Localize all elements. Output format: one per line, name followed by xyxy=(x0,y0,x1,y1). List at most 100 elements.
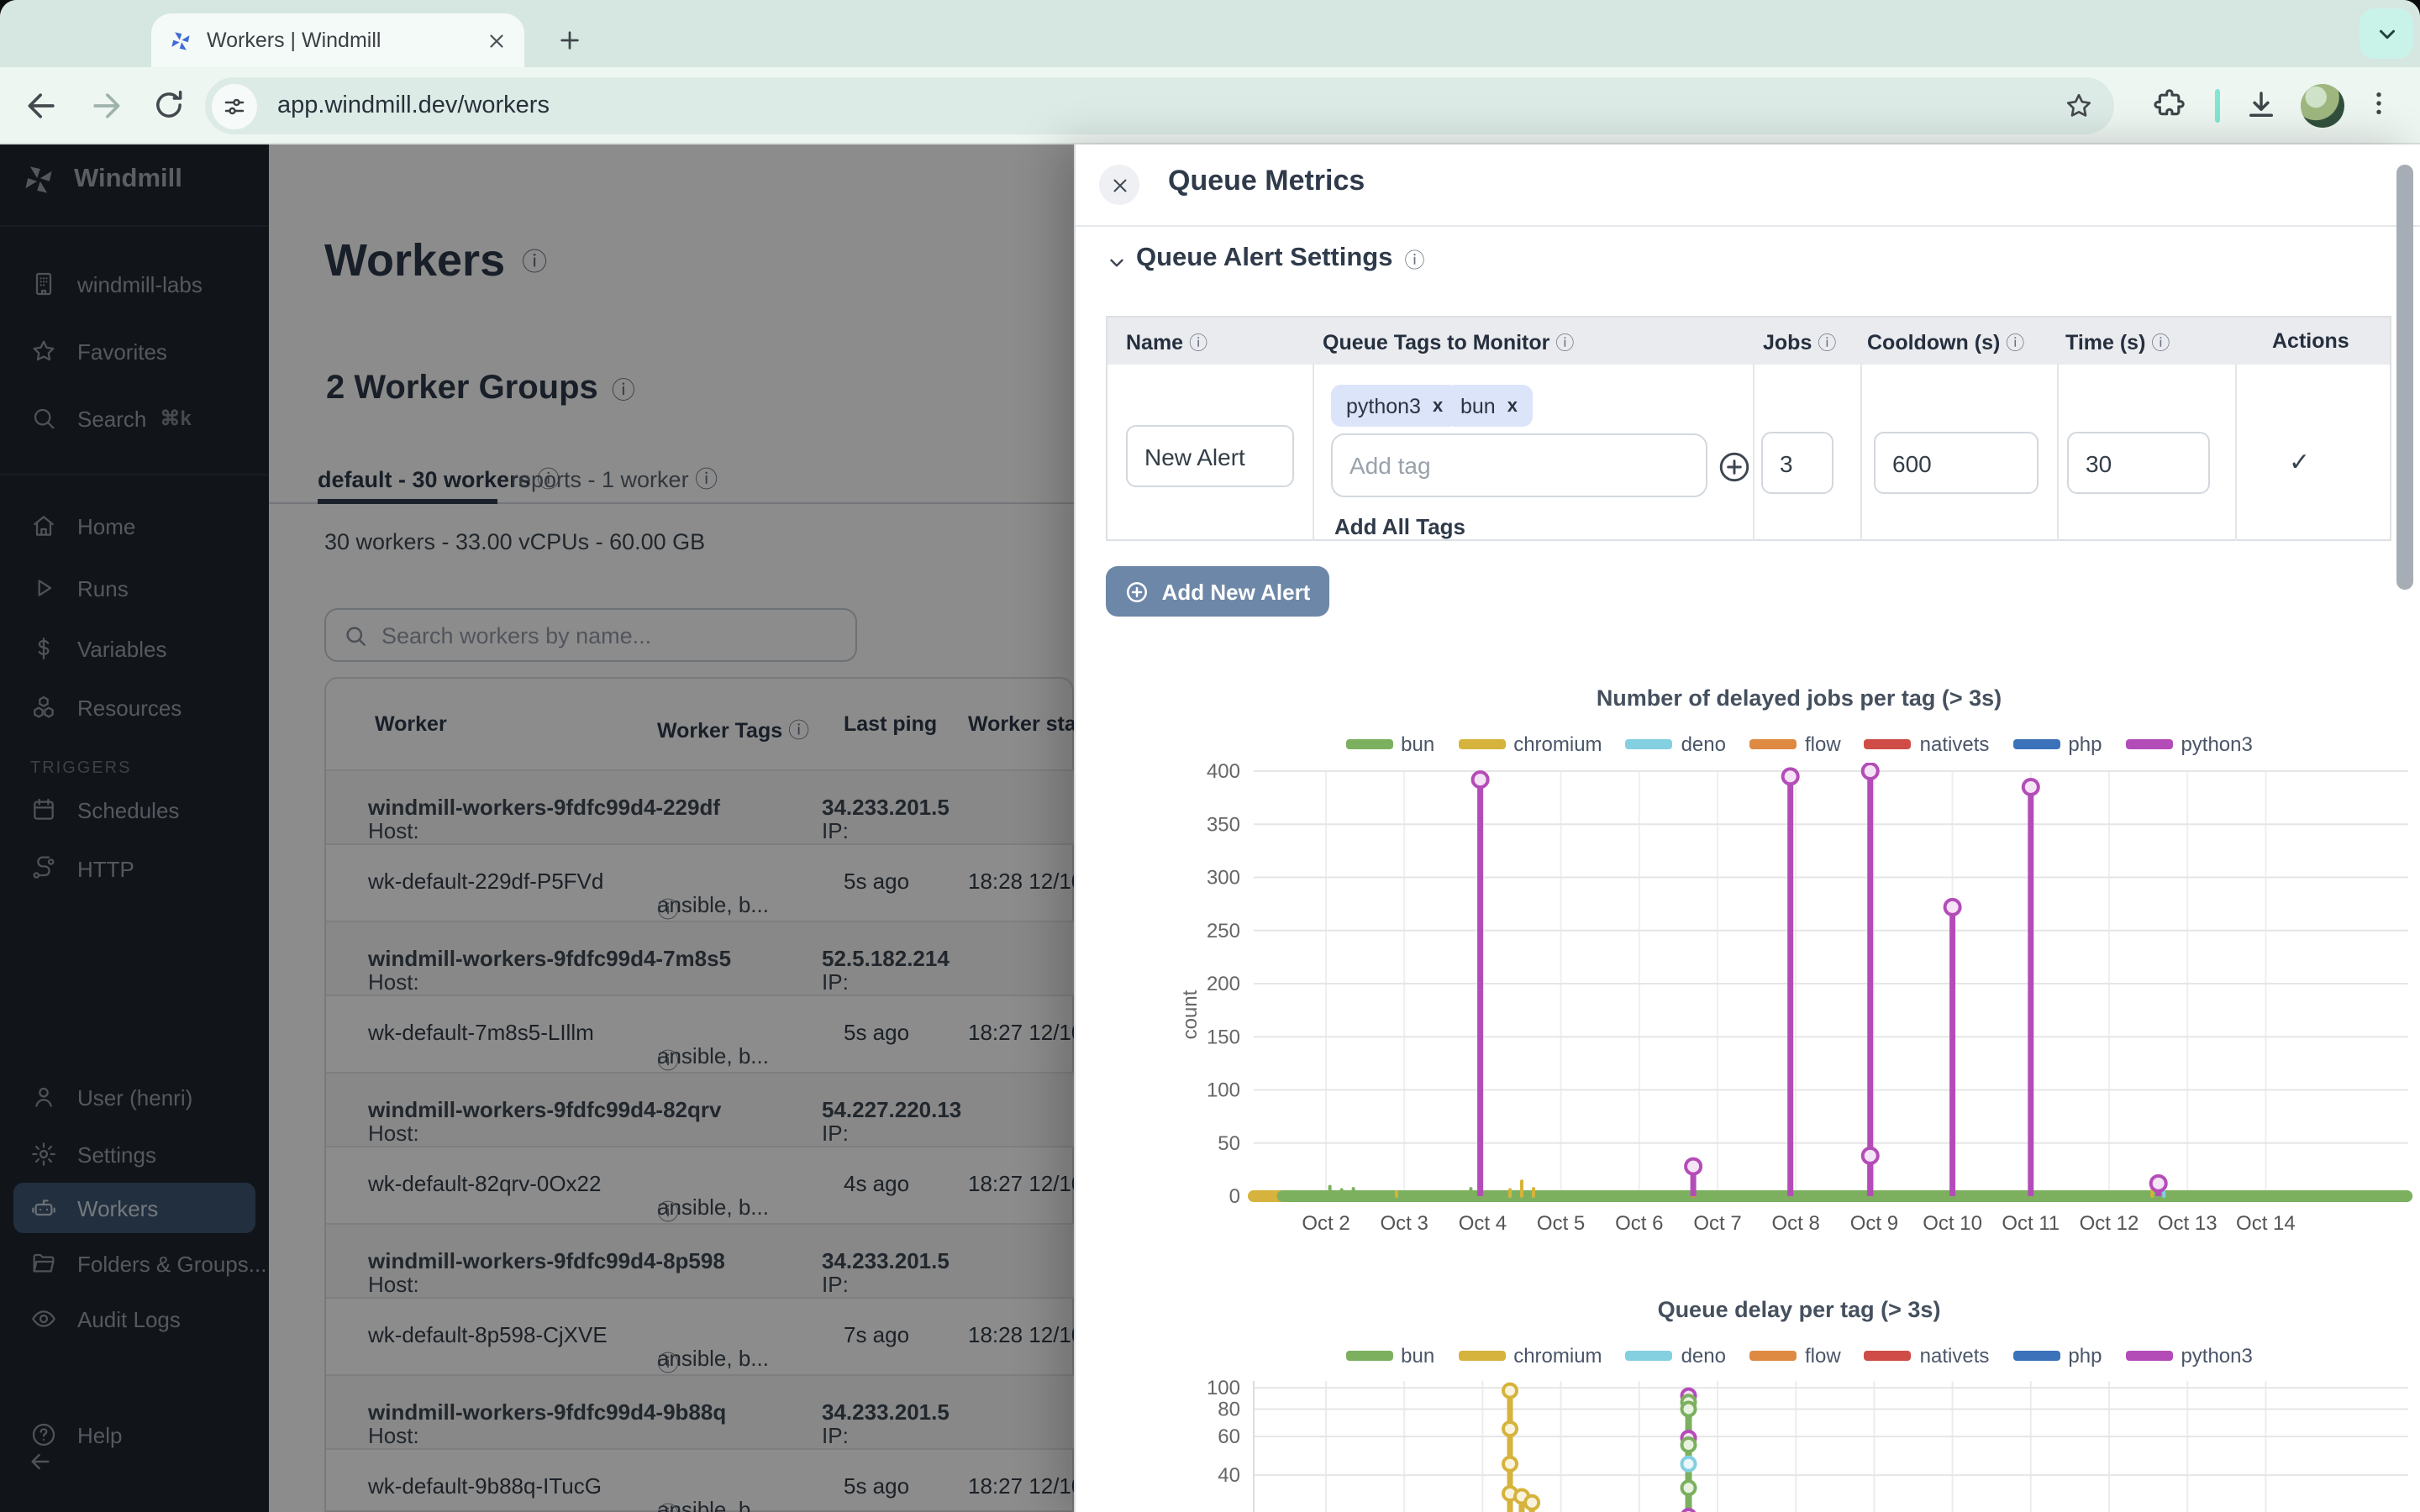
legend-item-php[interactable]: php xyxy=(2012,1344,2102,1368)
legend-item-nativets[interactable]: nativets xyxy=(1865,732,1990,756)
chevron-down-icon[interactable] xyxy=(1106,252,1128,274)
col-queue-tags: Queue Tags to Monitor ⓘ xyxy=(1323,329,1574,356)
profile-avatar[interactable] xyxy=(2301,84,2344,128)
reload-icon[interactable] xyxy=(151,87,187,123)
col-name: Name ⓘ xyxy=(1126,329,1207,356)
modal-dim-overlay[interactable] xyxy=(0,144,1074,1512)
svg-text:50: 50 xyxy=(1218,1132,1240,1155)
queue-delay-plot: 10080 60 40 xyxy=(1176,1374,2420,1512)
new-tab-button[interactable] xyxy=(548,18,592,62)
add-all-tags-link[interactable]: Add All Tags xyxy=(1334,514,1465,539)
legend-swatch xyxy=(1626,739,1673,749)
legend-item-flow[interactable]: flow xyxy=(1749,732,1841,756)
legend-item-deno[interactable]: deno xyxy=(1626,732,1726,756)
svg-text:Oct 3: Oct 3 xyxy=(1381,1212,1428,1235)
confirm-check-icon[interactable]: ✓ xyxy=(2289,447,2310,477)
svg-text:100: 100 xyxy=(1207,1079,1240,1102)
browser-window: Workers | Windmill app.windmill.dev/work… xyxy=(0,0,2420,1512)
address-bar[interactable]: app.windmill.dev/workers xyxy=(205,77,2114,134)
svg-text:60: 60 xyxy=(1218,1425,1240,1448)
svg-text:Oct 11: Oct 11 xyxy=(2002,1212,2060,1235)
tab-close-icon[interactable] xyxy=(486,29,508,51)
queue-metrics-drawer: Queue Metrics Queue Alert Settingsⓘ Name… xyxy=(1074,144,2420,1512)
legend-label: bun xyxy=(1401,732,1434,756)
drawer-scrollbar[interactable] xyxy=(2396,165,2413,590)
legend-item-deno[interactable]: deno xyxy=(1626,1344,1726,1368)
svg-text:150: 150 xyxy=(1207,1026,1240,1048)
svg-text:Oct 2: Oct 2 xyxy=(1302,1212,1349,1235)
forward-icon[interactable] xyxy=(87,87,124,124)
svg-text:Oct 5: Oct 5 xyxy=(1537,1212,1585,1235)
col-actions: Actions xyxy=(2272,329,2349,353)
svg-text:350: 350 xyxy=(1207,813,1240,836)
legend-label: php xyxy=(2068,732,2102,756)
legend-swatch xyxy=(1749,739,1797,749)
chrome-tab-search-button[interactable] xyxy=(2360,8,2413,59)
legend-item-php[interactable]: php xyxy=(2012,732,2102,756)
alert-settings-table: Name ⓘ Queue Tags to Monitor ⓘ Jobs ⓘ Co… xyxy=(1106,316,2391,541)
site-info-icon[interactable] xyxy=(212,83,257,129)
legend-item-bun[interactable]: bun xyxy=(1345,1344,1434,1368)
legend-swatch xyxy=(1865,739,1912,749)
legend-item-python3[interactable]: python3 xyxy=(2125,1344,2252,1368)
add-new-alert-button[interactable]: Add New Alert xyxy=(1106,566,1329,617)
close-icon[interactable] xyxy=(1099,165,1139,205)
bookmark-star-icon[interactable] xyxy=(2064,91,2094,121)
queue-delay-chart: Queue delay per tag (> 3s) bun chromium de… xyxy=(1176,1297,2420,1512)
svg-text:Oct 12: Oct 12 xyxy=(2080,1212,2139,1235)
legend-swatch xyxy=(1345,1351,1392,1361)
legend-item-chromium[interactable]: chromium xyxy=(1458,732,1602,756)
legend-label: bun xyxy=(1401,1344,1434,1368)
downloads-icon[interactable] xyxy=(2244,87,2279,123)
legend-label: nativets xyxy=(1920,1344,1990,1368)
legend-item-python3[interactable]: python3 xyxy=(2125,732,2252,756)
legend-item-nativets[interactable]: nativets xyxy=(1865,1344,1990,1368)
extensions-icon[interactable] xyxy=(2153,87,2186,121)
legend-swatch xyxy=(2125,1351,2172,1361)
svg-text:200: 200 xyxy=(1207,973,1240,995)
legend-swatch xyxy=(1458,1351,1505,1361)
legend-swatch xyxy=(2125,739,2172,749)
time-input[interactable]: 30 xyxy=(2067,432,2210,494)
col-cooldown: Cooldown (s) ⓘ xyxy=(1867,329,2024,356)
tag-label: bun xyxy=(1460,394,1496,417)
browser-tab[interactable]: Workers | Windmill xyxy=(151,13,524,67)
chart-legend: bun chromium deno flow nativets php python3 xyxy=(1176,1344,2420,1368)
svg-text:100: 100 xyxy=(1207,1377,1240,1399)
browser-toolbar: app.windmill.dev/workers xyxy=(0,67,2420,144)
app-viewport: Windmill TRIGGERS windmill-labsFavorites… xyxy=(0,144,2420,1512)
legend-label: python3 xyxy=(2181,732,2252,756)
svg-text:80: 80 xyxy=(1218,1398,1240,1420)
legend-label: nativets xyxy=(1920,732,1990,756)
queue-alert-settings-heading[interactable]: Queue Alert Settingsⓘ xyxy=(1136,244,1425,274)
cooldown-input[interactable]: 600 xyxy=(1874,432,2039,494)
url-text[interactable]: app.windmill.dev/workers xyxy=(277,92,2064,119)
drawer-title: Queue Metrics xyxy=(1168,165,1365,198)
tag-chip-bun[interactable]: bunx xyxy=(1445,385,1533,427)
chart-title: Queue delay per tag (> 3s) xyxy=(1176,1297,2420,1324)
legend-label: chromium xyxy=(1513,732,1602,756)
tag-chip-python3[interactable]: python3 x xyxy=(1331,385,1458,427)
tab-strip: Workers | Windmill xyxy=(0,0,2420,67)
col-jobs: Jobs ⓘ xyxy=(1763,329,1836,356)
svg-text:40: 40 xyxy=(1218,1464,1240,1487)
remove-tag-icon[interactable]: x xyxy=(1433,396,1443,416)
jobs-input[interactable]: 3 xyxy=(1761,432,1833,494)
alert-name-input[interactable]: New Alert xyxy=(1126,425,1294,487)
legend-item-flow[interactable]: flow xyxy=(1749,1344,1841,1368)
legend-swatch xyxy=(1458,739,1505,749)
svg-text:250: 250 xyxy=(1207,920,1240,942)
legend-label: deno xyxy=(1681,732,1726,756)
svg-text:count: count xyxy=(1179,990,1202,1039)
remove-tag-icon[interactable]: x xyxy=(1507,396,1518,416)
legend-item-chromium[interactable]: chromium xyxy=(1458,1344,1602,1368)
chrome-menu-icon[interactable] xyxy=(2363,87,2395,119)
toolbar-divider xyxy=(2215,89,2220,123)
add-tag-input[interactable]: Add tag xyxy=(1331,433,1707,497)
add-tag-plus-icon[interactable] xyxy=(1716,449,1753,486)
svg-text:Oct 14: Oct 14 xyxy=(2236,1212,2296,1235)
svg-text:Oct 7: Oct 7 xyxy=(1693,1212,1741,1235)
tag-label: python3 xyxy=(1346,394,1421,417)
legend-item-bun[interactable]: bun xyxy=(1345,732,1434,756)
back-icon[interactable] xyxy=(24,87,60,124)
